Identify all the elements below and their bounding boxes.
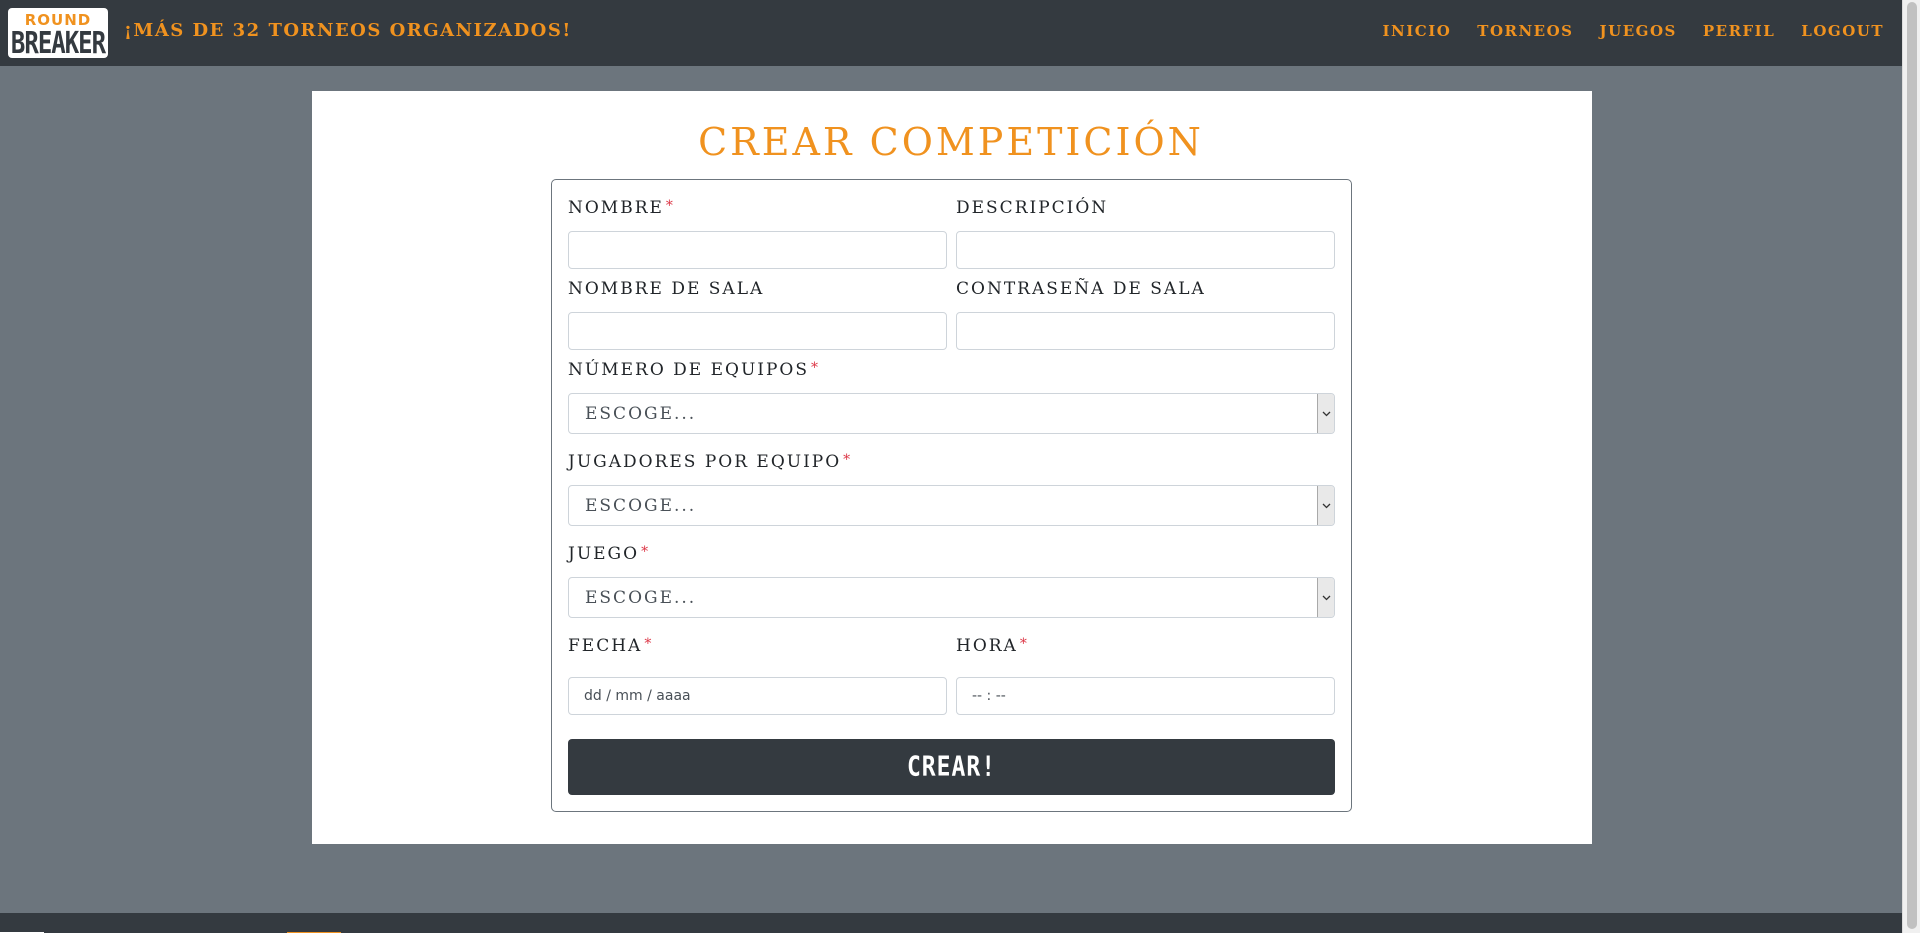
nav-link-torneos[interactable]: TORNEOS bbox=[1477, 22, 1573, 40]
num-equipos-label-text: NÚMERO DE EQUIPOS bbox=[568, 360, 810, 380]
nombre-label: NOMBRE * bbox=[568, 198, 675, 218]
chevron-down-icon[interactable] bbox=[1317, 486, 1334, 525]
fecha-label: FECHA * bbox=[568, 636, 653, 656]
crear-submit-label: CREAR! bbox=[906, 751, 997, 783]
password-sala-label: CONTRASEÑA DE SALA bbox=[956, 279, 1206, 299]
required-mark: * bbox=[644, 636, 654, 652]
jugadores-equipo-label: JUGADORES POR EQUIPO * bbox=[568, 452, 852, 472]
hora-label: HORA * bbox=[956, 636, 1029, 656]
nav-link-perfil[interactable]: PERFIL bbox=[1703, 22, 1775, 40]
nav-link-logout[interactable]: LOGOUT bbox=[1801, 22, 1884, 40]
fecha-label-text: FECHA bbox=[568, 636, 643, 656]
chevron-down-icon[interactable] bbox=[1317, 578, 1334, 617]
nav-link-juegos[interactable]: JUEGOS bbox=[1600, 22, 1677, 40]
chevron-down-icon[interactable] bbox=[1317, 394, 1334, 433]
scrollbar-thumb[interactable] bbox=[1907, 2, 1917, 929]
password-sala-input[interactable] bbox=[956, 312, 1335, 350]
required-mark: * bbox=[641, 544, 651, 560]
required-mark: * bbox=[811, 360, 821, 376]
password-sala-label-text: CONTRASEÑA DE SALA bbox=[956, 279, 1206, 299]
juego-label-text: JUEGO bbox=[568, 544, 640, 564]
juego-selected: ESCOGE... bbox=[585, 587, 697, 608]
required-mark: * bbox=[843, 452, 853, 468]
juego-select[interactable]: ESCOGE... bbox=[568, 577, 1335, 618]
nav-links: INICIO TORNEOS JUEGOS PERFIL LOGOUT bbox=[1383, 22, 1884, 40]
num-equipos-select[interactable]: ESCOGE... bbox=[568, 393, 1335, 434]
descripcion-input[interactable] bbox=[956, 231, 1335, 269]
nombre-sala-input[interactable] bbox=[568, 312, 947, 350]
navbar: ROUND BREAKER ¡MÁS DE 32 TORNEOS ORGANIZ… bbox=[0, 0, 1902, 66]
num-equipos-selected: ESCOGE... bbox=[585, 403, 697, 424]
descripcion-label-text: DESCRIPCIÓN bbox=[956, 198, 1109, 218]
crear-submit-button[interactable]: CREAR! bbox=[568, 739, 1335, 795]
nav-link-inicio[interactable]: INICIO bbox=[1383, 22, 1452, 40]
navbar-tagline: ¡MÁS DE 32 TORNEOS ORGANIZADOS! bbox=[124, 20, 572, 41]
brand-logo[interactable]: ROUND BREAKER bbox=[8, 8, 108, 58]
nombre-label-text: NOMBRE bbox=[568, 198, 664, 218]
nombre-sala-label-text: NOMBRE DE SALA bbox=[568, 279, 765, 299]
logo-text-bottom: BREAKER bbox=[10, 25, 106, 58]
page-scrollbar[interactable] bbox=[1902, 0, 1920, 933]
num-equipos-label: NÚMERO DE EQUIPOS * bbox=[568, 360, 820, 380]
required-mark: * bbox=[665, 198, 675, 214]
fecha-placeholder: dd / mm / aaaa bbox=[584, 688, 691, 704]
required-mark: * bbox=[1019, 636, 1029, 652]
hora-label-text: HORA bbox=[956, 636, 1018, 656]
nombre-sala-label: NOMBRE DE SALA bbox=[568, 279, 764, 299]
jugadores-equipo-select[interactable]: ESCOGE... bbox=[568, 485, 1335, 526]
juego-label: JUEGO * bbox=[568, 544, 650, 564]
footer bbox=[0, 913, 1902, 933]
hora-placeholder: -- : -- bbox=[972, 688, 1006, 704]
jugadores-equipo-label-text: JUGADORES POR EQUIPO bbox=[568, 452, 842, 472]
jugadores-equipo-selected: ESCOGE... bbox=[585, 495, 697, 516]
descripcion-label: DESCRIPCIÓN bbox=[956, 198, 1108, 218]
nombre-input[interactable] bbox=[568, 231, 947, 269]
fecha-date-input[interactable]: dd / mm / aaaa bbox=[568, 677, 947, 715]
hora-time-input[interactable]: -- : -- bbox=[956, 677, 1335, 715]
